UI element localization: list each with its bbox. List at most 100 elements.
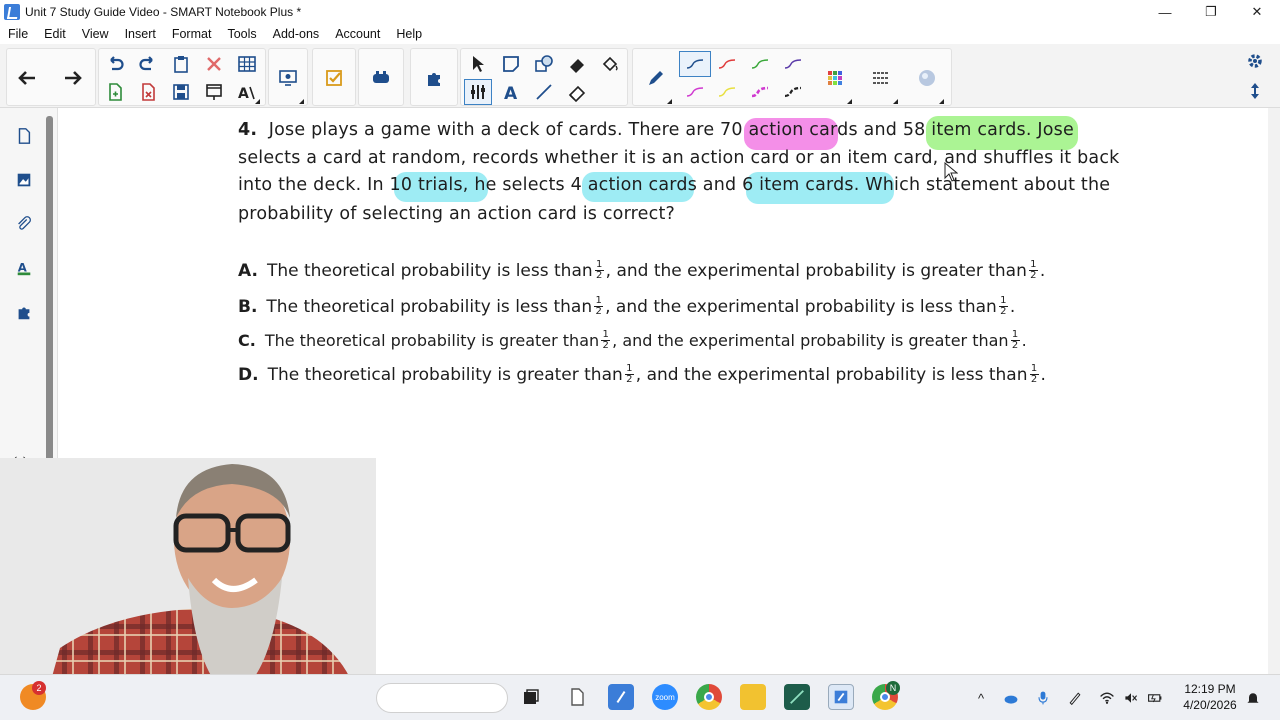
battery-icon[interactable] (1146, 689, 1164, 707)
attachments-tab[interactable] (10, 210, 38, 238)
pen-color-yellow[interactable] (713, 79, 741, 105)
close-button[interactable]: ✕ (1234, 0, 1280, 24)
text-tool-button[interactable]: A (497, 79, 525, 105)
pen-color-magenta[interactable] (679, 79, 711, 105)
main-toolbar: A A (0, 44, 1280, 108)
arrow-right-icon (65, 71, 82, 85)
menu-insert[interactable]: Insert (117, 27, 164, 41)
menu-format[interactable]: Format (164, 27, 220, 41)
choice-text: The theoretical probability is less than (266, 260, 593, 281)
menu-account[interactable]: Account (327, 27, 388, 41)
pen-effects-button[interactable] (913, 65, 941, 91)
geogebra-app-icon[interactable] (784, 684, 810, 710)
insert-table-button[interactable] (233, 51, 261, 77)
eraser-tool-button[interactable] (563, 79, 591, 105)
select-tool-button[interactable] (464, 51, 492, 77)
menu-view[interactable]: View (74, 27, 117, 41)
next-page-button[interactable] (59, 65, 87, 91)
pen-color-purple[interactable] (779, 51, 807, 77)
previous-page-button[interactable] (13, 65, 41, 91)
shapes-tool-button[interactable] (530, 51, 558, 77)
chrome-browser-icon[interactable] (696, 684, 722, 710)
windows-taskbar: 2 zoom N ^ 12:19 PM 4/20/2026 (0, 674, 1280, 720)
zoom-app-icon[interactable]: zoom (652, 684, 678, 710)
document-camera-button[interactable] (274, 65, 302, 91)
line-style-button[interactable] (867, 65, 895, 91)
puzzle-piece-icon (18, 307, 30, 320)
redo-button[interactable] (134, 51, 162, 77)
sticky-note-button[interactable] (497, 51, 525, 77)
pen-color-dark-blue[interactable] (679, 51, 711, 77)
color-palette-button[interactable] (821, 65, 849, 91)
system-clock[interactable]: 12:19 PM 4/20/2026 (1180, 681, 1240, 713)
pen-stroke-icon (686, 59, 704, 69)
undo-button[interactable] (101, 51, 129, 77)
pen-color-red[interactable] (713, 51, 741, 77)
menu-add-ons[interactable]: Add-ons (265, 27, 328, 41)
tools-icon (471, 85, 485, 99)
page-sorter-tab[interactable] (10, 122, 38, 150)
task-view-icon[interactable] (518, 684, 544, 710)
paste-button[interactable] (167, 51, 195, 77)
pen-tool-button[interactable] (642, 65, 670, 91)
add-ons-button[interactable] (420, 65, 448, 91)
notifications-icon[interactable] (1244, 689, 1262, 707)
wifi-icon[interactable] (1098, 689, 1116, 707)
fill-tool-button[interactable] (596, 51, 624, 77)
taskbar-search-box[interactable] (376, 683, 508, 713)
fraction-denominator: 2 (602, 340, 609, 351)
fraction-numerator: 1 (1030, 259, 1037, 270)
answer-choice-b[interactable]: B. The theoretical probability is less t… (238, 296, 1015, 317)
delete-page-button[interactable] (134, 79, 162, 105)
smart-notebook-active-icon[interactable] (828, 684, 854, 710)
pen-stroke-icon (718, 87, 736, 97)
pen-color-black-dashed[interactable] (779, 79, 807, 105)
minimize-button[interactable]: — (1142, 0, 1188, 24)
restore-button[interactable]: ❐ (1188, 0, 1234, 24)
checklist-icon (326, 70, 342, 86)
fraction-numerator: 1 (595, 259, 603, 270)
pen-workspace-icon[interactable] (1066, 689, 1084, 707)
smart-notebook-taskbar-icon[interactable] (608, 684, 634, 710)
settings-button[interactable] (1241, 48, 1269, 74)
answer-choice-a[interactable]: A. The theoretical probability is less t… (238, 260, 1045, 281)
response-assessment-button[interactable] (320, 65, 348, 91)
speaker-muted-icon[interactable] (1122, 689, 1140, 707)
up-down-arrow-icon (1251, 83, 1259, 99)
fraction-numerator: 1 (602, 329, 609, 340)
measurement-tools-button[interactable] (464, 79, 492, 105)
highlighted-text: 70 action (720, 120, 804, 140)
file-page-icon[interactable] (564, 684, 590, 710)
gallery-tab[interactable] (10, 166, 38, 194)
chrome-profile-badge: N (886, 681, 900, 695)
answer-choice-d[interactable]: D. The theoretical probability is greate… (238, 364, 1046, 385)
menu-file[interactable]: File (0, 27, 36, 41)
delete-button[interactable] (200, 51, 228, 77)
activity-builder-button[interactable] (367, 65, 395, 91)
pen-color-magenta-dashed[interactable] (746, 79, 774, 105)
pen-color-green[interactable] (746, 51, 774, 77)
toolbar-position-button[interactable] (1241, 78, 1269, 104)
microphone-icon[interactable] (1034, 689, 1052, 707)
onedrive-cloud-icon[interactable] (1002, 689, 1020, 707)
fraction-numerator: 1 (626, 363, 633, 374)
add-page-button[interactable] (101, 79, 129, 105)
file-explorer-icon[interactable] (740, 684, 766, 710)
menu-tools[interactable]: Tools (219, 27, 264, 41)
menu-edit[interactable]: Edit (36, 27, 74, 41)
note-icon (503, 56, 519, 72)
fraction-numerator: 1 (1000, 295, 1007, 306)
pen-group (632, 48, 952, 106)
magic-pen-button[interactable] (563, 51, 591, 77)
save-button[interactable] (167, 79, 195, 105)
gear-icon (1248, 54, 1262, 68)
answer-choice-c[interactable]: C. The theoretical probability is greate… (238, 330, 1027, 351)
chevron-up-icon[interactable]: ^ (972, 689, 990, 707)
line-tool-button[interactable] (530, 79, 558, 105)
title-bar: Unit 7 Study Guide Video - SMART Noteboo… (0, 0, 1280, 24)
screen-shade-button[interactable] (200, 79, 228, 105)
properties-tab[interactable]: A (10, 254, 38, 282)
canvas-scrollbar[interactable] (1268, 108, 1280, 674)
menu-help[interactable]: Help (388, 27, 430, 41)
add-ons-tab[interactable] (10, 298, 38, 326)
